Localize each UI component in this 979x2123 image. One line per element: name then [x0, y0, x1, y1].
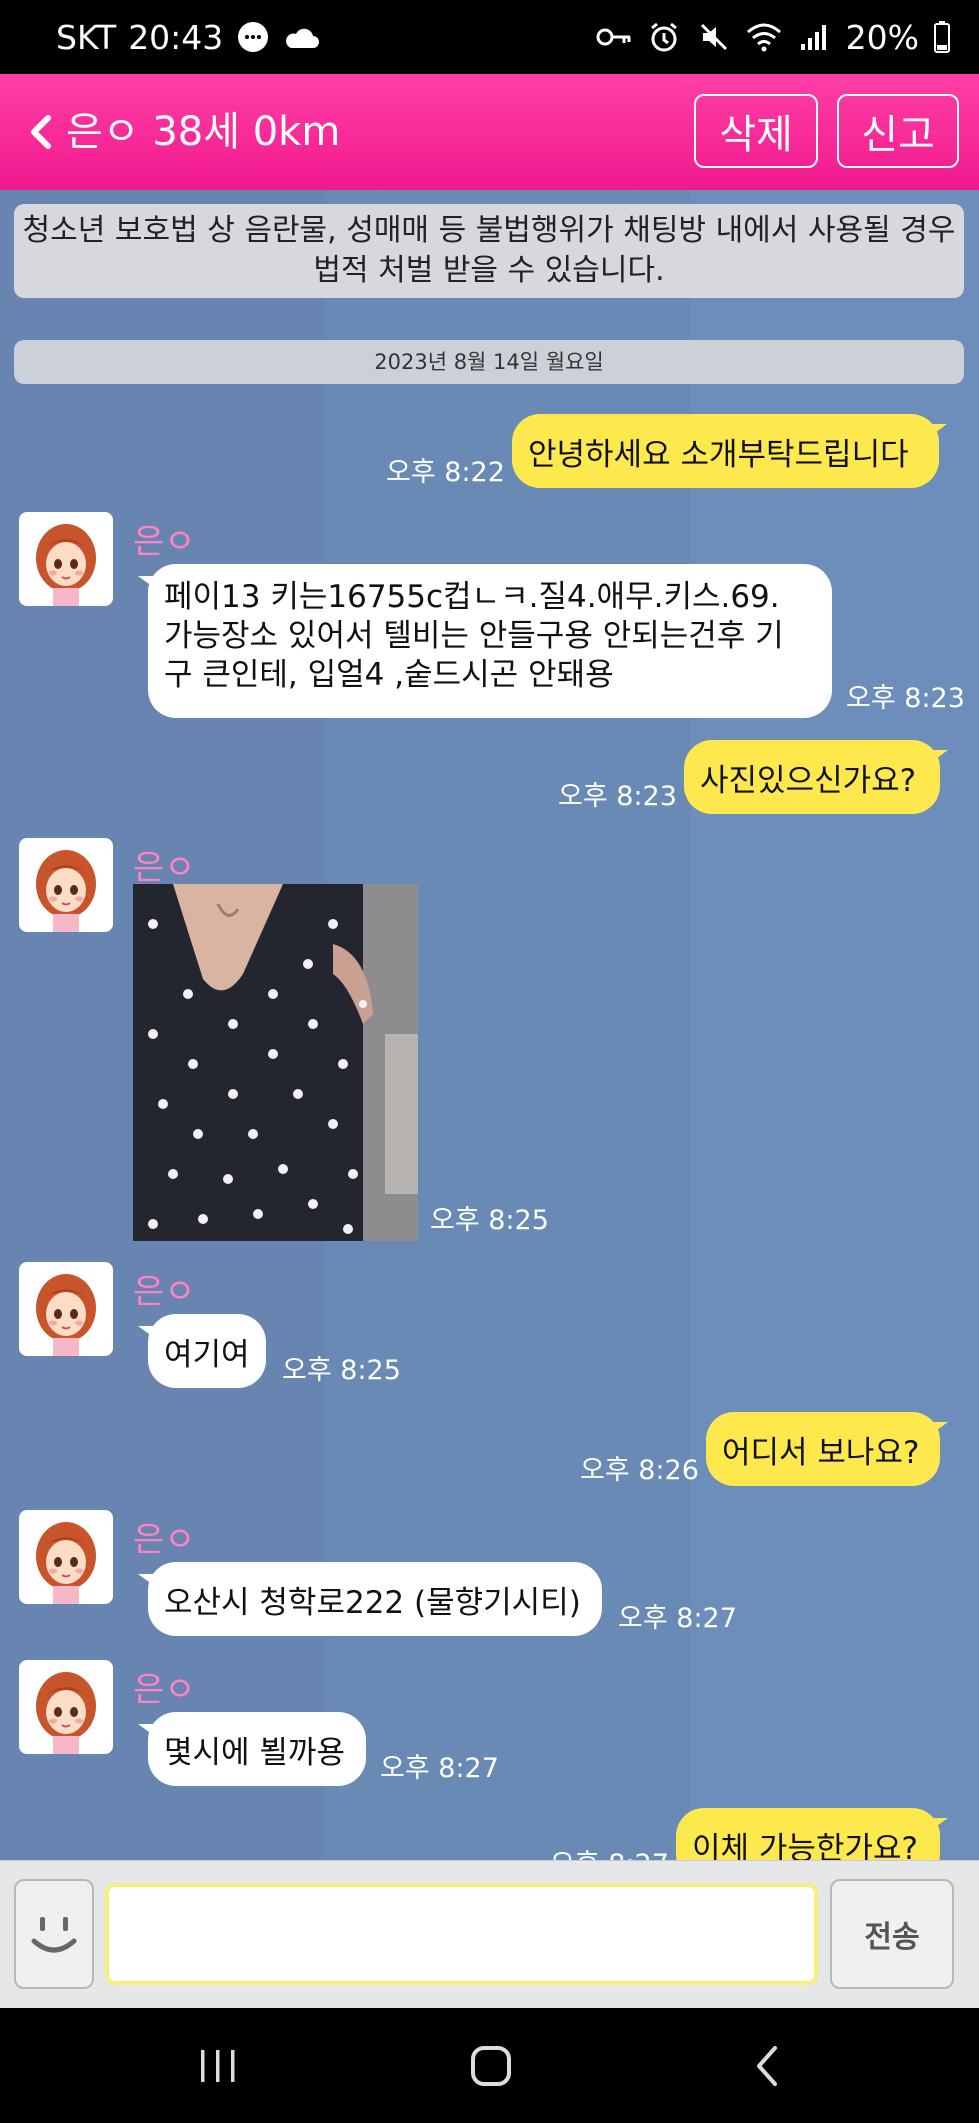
- sender-name: 은ㅇ: [133, 1670, 196, 1710]
- send-button[interactable]: 전송: [830, 1879, 954, 1989]
- wifi-icon: [746, 19, 782, 55]
- message-time: 오후 8:27: [380, 1753, 499, 1784]
- message-time: 오후 8:25: [282, 1355, 401, 1386]
- sender-name: 은ㅇ: [133, 1272, 196, 1312]
- message-bubble-received[interactable]: 여기여: [138, 1314, 266, 1388]
- message-bubble-received[interactable]: 페이13 키는16755c컵ㄴㅋ.질4.애무.키스.69. 가능장소 있어서 텔…: [138, 564, 832, 718]
- system-back-button[interactable]: [728, 2028, 808, 2104]
- home-icon: [471, 2046, 511, 2086]
- chat-header: 은ㅇ 38세 0km 삭제 신고: [0, 74, 979, 190]
- home-button[interactable]: [451, 2028, 531, 2104]
- battery-icon: [933, 19, 951, 55]
- message-bubble-sent[interactable]: 안녕하세요 소개부탁드립니다: [512, 414, 947, 488]
- recent-apps-button[interactable]: [178, 2028, 258, 2104]
- battery-percent: 20%: [845, 17, 919, 57]
- message-bubble-sent[interactable]: 사진있으신가요?: [684, 740, 948, 814]
- sender-name: 은ㅇ: [133, 1520, 196, 1560]
- chat-notification-icon: [235, 19, 271, 55]
- legal-notice: 청소년 보호법 상 음란물, 성매매 등 불법행위가 채팅방 내에서 사용될 경…: [14, 204, 964, 298]
- message-bubble-sent[interactable]: 어디서 보나요?: [706, 1412, 948, 1486]
- message-time: 오후 8:22: [386, 457, 505, 488]
- message-bubble-received[interactable]: 오산시 청학로222 (물향기시티): [138, 1562, 602, 1636]
- message-bubble-received[interactable]: 몇시에 뵐까용: [138, 1712, 366, 1786]
- back-button[interactable]: [22, 104, 62, 160]
- date-separator: 2023년 8월 14일 월요일: [14, 340, 964, 384]
- avatar[interactable]: [19, 1660, 113, 1754]
- clock: 20:43: [128, 17, 224, 57]
- smiley-icon: [31, 1917, 77, 1953]
- sender-name: 은ㅇ: [133, 848, 196, 888]
- message-input[interactable]: [105, 1883, 818, 1985]
- avatar[interactable]: [19, 1510, 113, 1604]
- message-time: 오후 8:27: [550, 1842, 669, 1860]
- message-time: 오후 8:26: [580, 1455, 699, 1486]
- chat-title: 은ㅇ 38세 0km: [66, 109, 341, 155]
- message-line: 가능장소 있어서 텔비는 안들구용 안되는건후 기: [164, 618, 784, 654]
- emoji-button[interactable]: [14, 1879, 94, 1989]
- message-bubble-sent[interactable]: 이체 가능한가요?: [676, 1808, 948, 1860]
- status-bar: SKT 20:43 20%: [0, 0, 979, 74]
- photo-attachment[interactable]: [133, 884, 418, 1241]
- recent-apps-icon: [201, 2050, 235, 2082]
- message-time: 오후 8:25: [430, 1205, 549, 1236]
- avatar[interactable]: [19, 1262, 113, 1356]
- message-input-bar: 전송: [0, 1860, 979, 2008]
- mute-icon: [696, 19, 732, 55]
- alarm-icon: [646, 19, 682, 55]
- sender-name: 은ㅇ: [133, 522, 196, 562]
- chat-area[interactable]: 청소년 보호법 상 음란물, 성매매 등 불법행위가 채팅방 내에서 사용될 경…: [0, 190, 979, 1860]
- report-button[interactable]: 신고: [837, 94, 959, 168]
- chevron-left-icon: [31, 115, 51, 149]
- delete-button[interactable]: 삭제: [694, 94, 818, 168]
- signal-icon: [796, 19, 832, 55]
- avatar[interactable]: [19, 838, 113, 932]
- avatar[interactable]: [19, 512, 113, 606]
- message-line: 페이13 키는16755c컵ㄴㅋ.질4.애무.키스.69.: [164, 579, 780, 615]
- carrier-label: SKT: [56, 17, 117, 57]
- vpn-key-icon: [596, 19, 632, 55]
- message-time: 오후 8:23: [846, 683, 965, 714]
- cloud-icon: [283, 19, 320, 55]
- system-nav-bar: [0, 2008, 979, 2123]
- back-arrow-icon: [757, 2046, 777, 2086]
- message-line: 구 큰인테, 입얼4 ,숱드시곤 안돼용: [164, 657, 614, 693]
- message-time: 오후 8:27: [618, 1603, 737, 1634]
- message-time: 오후 8:23: [558, 781, 677, 812]
